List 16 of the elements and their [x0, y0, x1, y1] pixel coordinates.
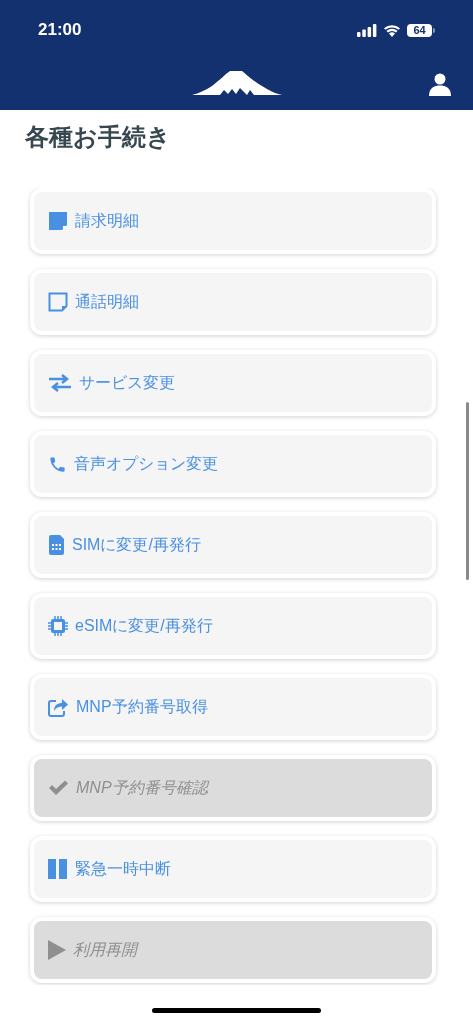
page-title: 各種お手続き	[24, 122, 172, 152]
share-icon	[48, 697, 69, 717]
check-icon	[48, 780, 69, 796]
signal-icon	[357, 23, 377, 37]
battery-icon: 64	[407, 23, 435, 37]
pause-icon	[48, 859, 68, 879]
status-time: 21:00	[38, 19, 82, 42]
user-icon[interactable]	[428, 72, 452, 96]
swap-arrows-icon	[48, 374, 72, 392]
chip-icon	[48, 616, 68, 636]
play-icon	[48, 940, 66, 960]
note-icon	[48, 211, 68, 231]
note-icon	[48, 292, 68, 312]
wifi-icon	[383, 23, 401, 37]
sim-card-icon	[48, 534, 65, 556]
phone-icon	[48, 454, 67, 474]
